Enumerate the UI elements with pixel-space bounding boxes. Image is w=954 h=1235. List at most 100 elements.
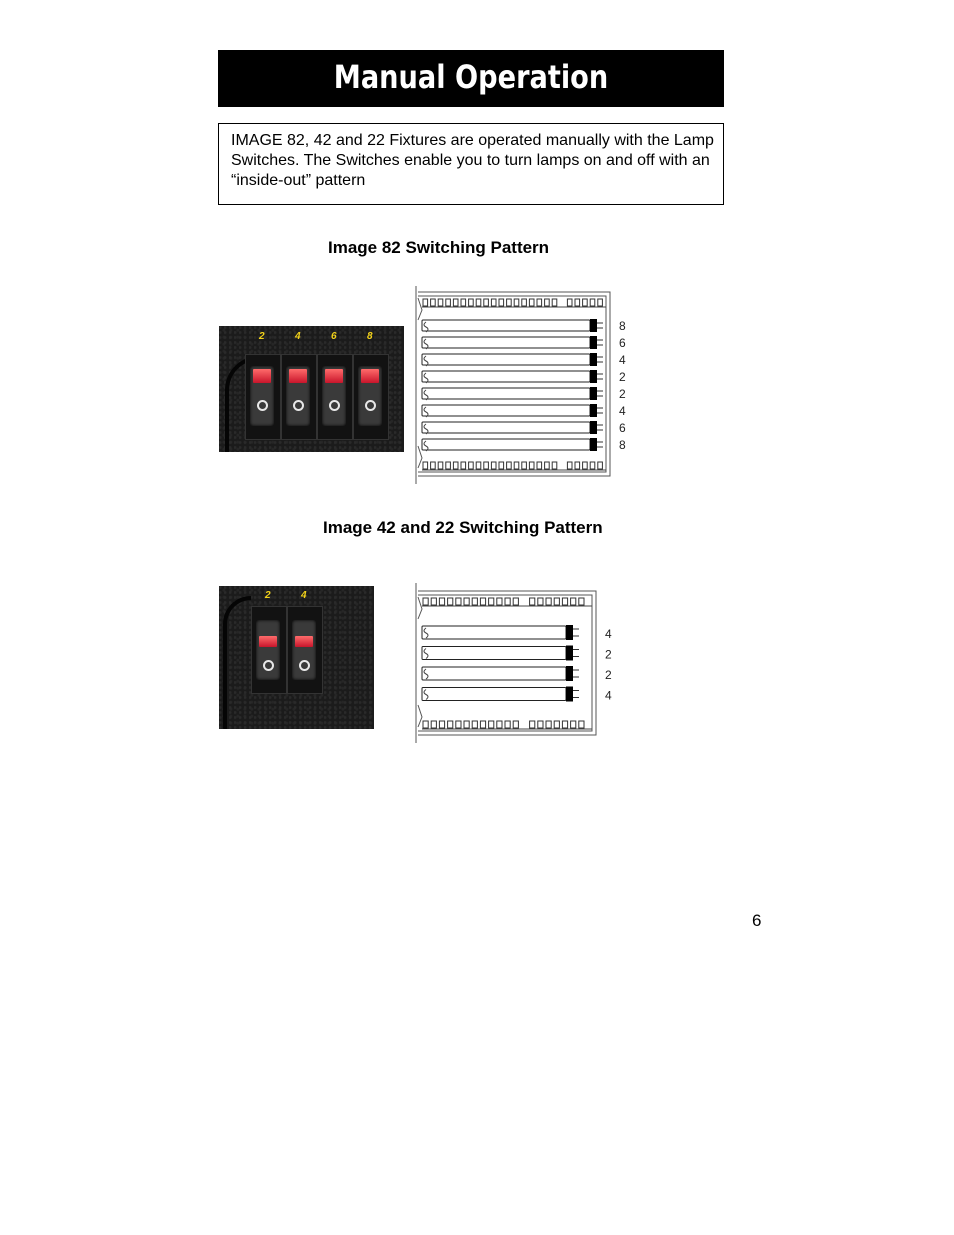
vent-slot [512, 597, 519, 606]
switch-indicator-light [295, 636, 313, 647]
switch-number-label: 4 [301, 590, 307, 601]
vent-slot [574, 461, 581, 470]
lamp-switch-number: 2 [605, 668, 612, 682]
vent-slot [553, 720, 560, 729]
vent-slot [479, 720, 487, 729]
vent-slot [422, 597, 429, 606]
lamp-end-cap [566, 666, 573, 681]
lamp-end-cap [590, 370, 597, 383]
vent-slot [512, 720, 519, 729]
cable [223, 596, 251, 729]
vent-slot [496, 720, 503, 729]
fluorescent-lamp [421, 646, 567, 660]
vent-slot [437, 461, 444, 470]
lamp-end-cap [590, 421, 597, 434]
vent-slot [447, 597, 454, 606]
vent-slot [483, 298, 489, 307]
page-title: Manual Operation [333, 58, 609, 96]
vent-slot [455, 720, 462, 729]
switch-indicator-light [325, 369, 343, 383]
lamp-end-cap [566, 686, 573, 702]
vent-slot [468, 461, 474, 470]
switch-panel-photo-image-42-22: 24 [219, 586, 374, 729]
lamp-end-cap [566, 645, 573, 661]
vent-slot [545, 597, 552, 606]
vent-slot [504, 720, 511, 729]
vent-slot [513, 298, 520, 307]
vent-slot [537, 597, 544, 606]
fixture-notch [417, 297, 423, 321]
lamp-switch-number: 4 [605, 689, 612, 703]
vent-slot [574, 298, 581, 307]
vent-slot [582, 298, 588, 307]
vent-slot [490, 461, 497, 470]
vent-slot [521, 298, 527, 307]
switch-number-label: 2 [265, 590, 271, 601]
fixture-notch [417, 704, 423, 728]
lamp-switch-number: 2 [605, 648, 612, 662]
intro-text: IMAGE 82, 42 and 22 Fixtures are operate… [231, 132, 714, 189]
switch-indicator-light [361, 369, 379, 383]
vent-slot [551, 298, 558, 307]
vent-slot [566, 461, 573, 470]
switch-number-label: 6 [331, 331, 337, 342]
vent-slot [551, 461, 558, 470]
vent-slot [488, 597, 495, 606]
vent-slot [528, 461, 535, 470]
switch-indicator-light [253, 369, 271, 383]
vent-slot [463, 720, 470, 729]
vent-slot [545, 720, 552, 729]
vent-slot [488, 720, 495, 729]
vent-slot [468, 298, 474, 307]
vent-slot [578, 720, 585, 729]
fluorescent-lamp [421, 336, 591, 349]
vent-slot [422, 298, 429, 307]
lamp-switch-number: 2 [619, 370, 626, 384]
switch-panel-photo-image-82: 2 4 6 8 [219, 326, 404, 452]
vent-slot [430, 461, 436, 470]
vent-slot [528, 298, 535, 307]
vent-slot [460, 298, 467, 307]
fluorescent-lamp [421, 387, 591, 400]
fluorescent-lamp [421, 438, 591, 451]
vent-slot [529, 720, 536, 729]
vent-slot [422, 461, 429, 470]
lamp-switch-number: 4 [619, 353, 626, 367]
fixture-frame [418, 590, 597, 736]
vent-slot [553, 597, 560, 606]
vent-slot [589, 298, 596, 307]
page-number: 6 [752, 911, 762, 930]
lamp-switch-number: 6 [619, 421, 626, 435]
vent-slot [447, 720, 454, 729]
vent-slot [430, 597, 437, 606]
switch-number-label: 4 [295, 331, 301, 342]
switch-off-symbol [257, 400, 268, 411]
vent-slot [582, 461, 588, 470]
lamp-end-cap [590, 387, 597, 400]
vent-slot [438, 597, 446, 606]
vent-slot [430, 298, 436, 307]
fluorescent-lamp [421, 353, 591, 366]
section-heading-image-42-22: Image 42 and 22 Switching Pattern [323, 518, 603, 537]
vent-slot [475, 461, 482, 470]
fluorescent-lamp [421, 421, 591, 434]
vent-slot [422, 720, 429, 729]
vent-slot [452, 298, 459, 307]
switch-number-label: 8 [367, 331, 373, 342]
vent-slot [483, 461, 489, 470]
vent-slot [460, 461, 467, 470]
switch-off-symbol [299, 660, 310, 671]
vent-slot [578, 597, 585, 606]
vent-slot [513, 461, 520, 470]
lamp-diagram-image-42-22: 4 2 2 4 [415, 583, 612, 743]
section-heading-image-82: Image 82 Switching Pattern [328, 238, 550, 257]
vent-slot [589, 461, 596, 470]
switch-indicator-light [289, 369, 307, 383]
vent-slot [506, 461, 512, 470]
lamp-switch [292, 620, 316, 680]
switch-off-symbol [329, 400, 340, 411]
lamp-end-cap [590, 353, 597, 366]
fluorescent-lamp [421, 319, 591, 332]
vent-slot [504, 597, 511, 606]
vent-slot [544, 298, 550, 307]
